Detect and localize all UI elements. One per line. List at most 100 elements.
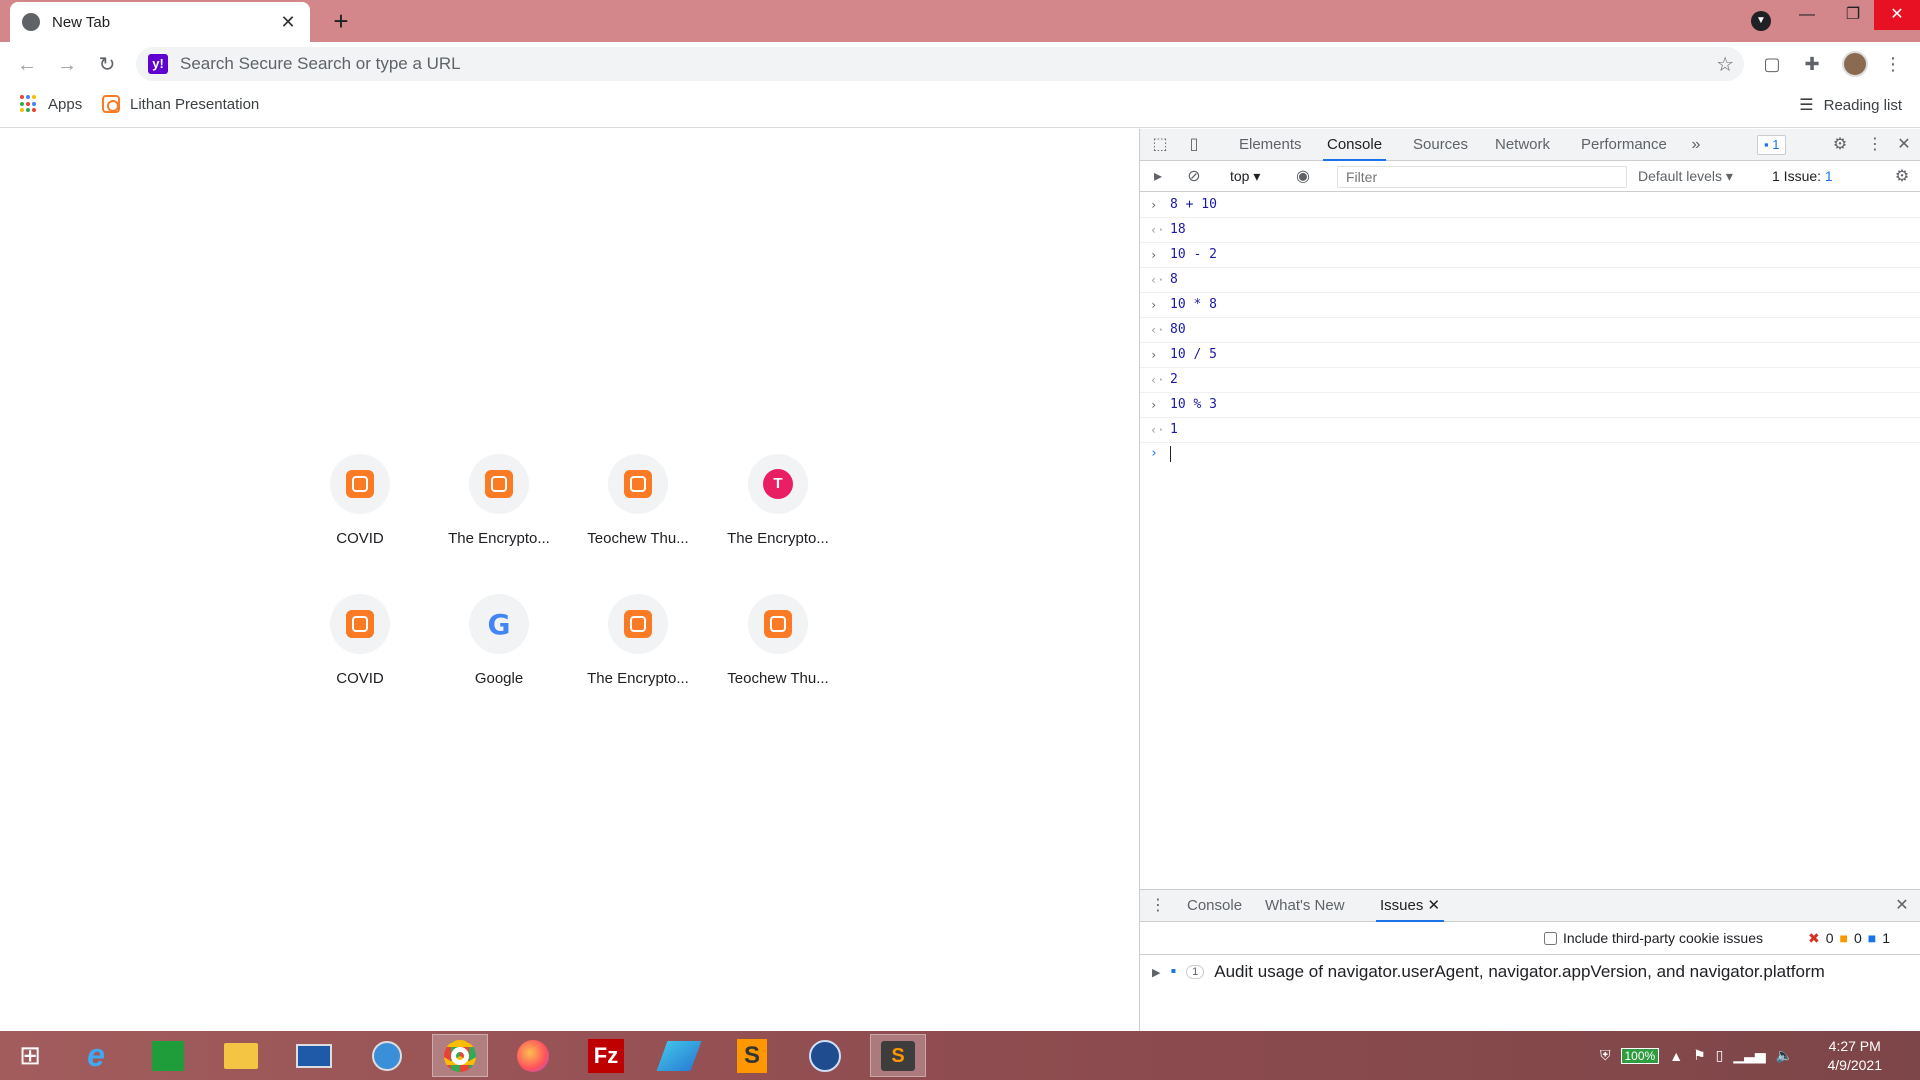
tab-elements[interactable]: Elements [1235, 129, 1306, 161]
filter-input[interactable] [1337, 166, 1627, 188]
drawer-tab-whats-new[interactable]: What's New [1265, 890, 1345, 922]
shield-icon[interactable]: ⛨ [1600, 1047, 1611, 1064]
tab-title: New Tab [52, 13, 111, 31]
back-button[interactable]: ← [13, 51, 41, 79]
remote-desktop-icon[interactable] [286, 1034, 342, 1077]
devtools-drawer: ⋮ Console What's New Issues ✕ ✕ Include … [1140, 889, 1920, 1031]
windows-start-icon[interactable]: ⊞ [2, 1034, 58, 1077]
safari-icon[interactable] [359, 1034, 415, 1077]
bookmark-lithan[interactable]: Lithan Presentation [102, 95, 259, 113]
settings-gear-icon[interactable]: ⚙ [1830, 135, 1850, 155]
device-toolbar-icon[interactable]: ▯ [1184, 135, 1204, 155]
expand-triangle-icon[interactable]: ▶ [1152, 966, 1160, 979]
sublime-window-icon[interactable]: S [870, 1034, 926, 1077]
action-center-flag-icon[interactable]: ⚑ [1693, 1047, 1706, 1064]
chrome-icon[interactable] [432, 1034, 488, 1077]
console-text: 10 - 2 [1170, 247, 1217, 262]
live-expression-eye-icon[interactable]: ◉ [1293, 167, 1313, 187]
omnibox-placeholder: Search Secure Search or type a URL [180, 54, 461, 73]
tab-new-tab[interactable]: New Tab ✕ [10, 2, 310, 42]
console-text: 10 * 8 [1170, 297, 1217, 312]
shortcut-tile[interactable]: T The Encrypto... [713, 454, 843, 574]
sublime-text-icon[interactable]: S [724, 1034, 780, 1077]
battery-indicator[interactable]: 100% [1620, 1047, 1660, 1064]
reload-button[interactable]: ↻ [93, 51, 121, 79]
drawer-menu-icon[interactable]: ⋮ [1148, 896, 1168, 916]
firefox-icon[interactable] [505, 1034, 561, 1077]
tab-performance[interactable]: Performance [1577, 129, 1671, 161]
close-tab-icon[interactable]: ✕ [278, 12, 298, 33]
volume-icon[interactable]: 🔈 [1776, 1047, 1793, 1064]
close-issues-tab-icon[interactable]: ✕ [1428, 897, 1441, 914]
apps-grid-icon [20, 95, 38, 113]
tile-icon-bg [748, 594, 808, 654]
sourcetree-icon[interactable] [797, 1034, 853, 1077]
network-signal-icon[interactable]: ▁▃▅ [1733, 1047, 1765, 1064]
bookmarks-bar: Apps Lithan Presentation ☰ Reading list [0, 86, 1920, 128]
drawer-tab-issues[interactable]: Issues ✕ [1376, 890, 1445, 922]
tab-network[interactable]: Network [1491, 129, 1554, 161]
tab-search-icon[interactable]: ▼ [1751, 11, 1771, 31]
omnibox[interactable]: y! Search Secure Search or type a URL ☆ [136, 47, 1744, 81]
third-party-cookie-checkbox-row[interactable]: Include third-party cookie issues [1544, 930, 1763, 946]
show-hidden-icons-icon[interactable]: ▲ [1669, 1048, 1683, 1064]
restore-button[interactable]: ❐ [1830, 0, 1876, 30]
warning-icon: ■ [1839, 930, 1848, 946]
store-icon[interactable] [140, 1034, 196, 1077]
console-input-line: › 10 % 3 [1140, 393, 1920, 418]
sidebar-toggle-icon[interactable]: ▸ [1148, 167, 1168, 187]
log-levels-select[interactable]: Default levels ▾ [1638, 168, 1733, 185]
devtools-menu-icon[interactable]: ⋮ [1865, 135, 1885, 155]
tile-label: COVID [336, 670, 384, 687]
internet-explorer-icon[interactable]: e [68, 1034, 124, 1077]
extensions-puzzle-icon[interactable]: ✚ [1801, 53, 1823, 75]
minimize-button[interactable]: — [1784, 0, 1830, 30]
forward-button[interactable]: → [53, 51, 81, 79]
close-window-button[interactable]: ✕ [1874, 0, 1920, 30]
extension-box-icon[interactable]: ▢ [1761, 53, 1783, 75]
console-prompt[interactable]: › [1140, 443, 1920, 467]
shortcut-tile[interactable]: G Google [434, 594, 564, 714]
inspect-element-icon[interactable]: ⬚ [1150, 135, 1170, 155]
tab-console[interactable]: Console [1323, 129, 1387, 161]
feather-app-icon[interactable] [651, 1034, 707, 1077]
error-count: 0 [1825, 930, 1834, 946]
more-tabs-icon[interactable]: » [1686, 135, 1706, 155]
tab-sources[interactable]: Sources [1409, 129, 1472, 161]
shortcut-tile[interactable]: COVID [295, 594, 425, 714]
shortcut-tile[interactable]: The Encrypto... [573, 594, 703, 714]
new-tab-button[interactable]: + [326, 6, 356, 36]
third-party-cookie-checkbox[interactable] [1544, 931, 1557, 945]
clock-time: 4:27 PM [1828, 1038, 1881, 1054]
close-devtools-icon[interactable]: ✕ [1894, 135, 1914, 155]
console-settings-icon[interactable]: ⚙ [1892, 167, 1912, 187]
file-explorer-icon[interactable] [213, 1034, 269, 1077]
clear-console-icon[interactable]: ⊘ [1184, 167, 1204, 187]
bookmark-star-icon[interactable]: ☆ [1716, 52, 1734, 77]
issue-row[interactable]: ▶ ▪ 1 Audit usage of navigator.userAgent… [1140, 956, 1920, 988]
shortcut-tile[interactable]: Teochew Thu... [713, 594, 843, 714]
close-drawer-icon[interactable]: ✕ [1892, 896, 1912, 916]
shortcut-tile[interactable]: The Encrypto... [434, 454, 564, 574]
bookmark-apps[interactable]: Apps [20, 95, 82, 113]
console-output[interactable]: › 8 + 10 ‹· 18 › 10 - 2 ‹· 8 › 10 * 8 ‹· 80 › 1… [1140, 193, 1920, 889]
globe-icon [22, 13, 40, 31]
context-select[interactable]: top ▾ [1230, 168, 1260, 185]
toolbar: ← → ↻ y! Search Secure Search or type a … [0, 42, 1920, 86]
shortcut-tile[interactable]: Teochew Thu... [573, 454, 703, 574]
clock[interactable]: 4:27 PM 4/9/2021 [1828, 1037, 1883, 1075]
shortcut-tile[interactable]: COVID [295, 454, 425, 574]
drawer-tab-issues-label: Issues [1380, 897, 1424, 914]
reading-list-button[interactable]: ☰ Reading list [1799, 95, 1902, 115]
menu-kebab-icon[interactable]: ⋮ [1882, 53, 1904, 75]
drawer-tab-console[interactable]: Console [1187, 890, 1242, 922]
device-icon[interactable]: ▯ [1716, 1047, 1724, 1064]
filezilla-icon[interactable]: Fz [578, 1034, 634, 1077]
profile-avatar[interactable] [1842, 51, 1868, 77]
letter-t-icon: T [763, 469, 793, 499]
issue-counter[interactable]: 1 Issue: 1 [1772, 168, 1833, 184]
issue-type-counts: ✖ 0 ■ 0 ■ 1 [1808, 930, 1890, 947]
issues-badge[interactable]: ▪ 1 [1757, 135, 1787, 155]
xampp-icon [764, 610, 792, 638]
console-input-line: › 10 - 2 [1140, 243, 1920, 268]
